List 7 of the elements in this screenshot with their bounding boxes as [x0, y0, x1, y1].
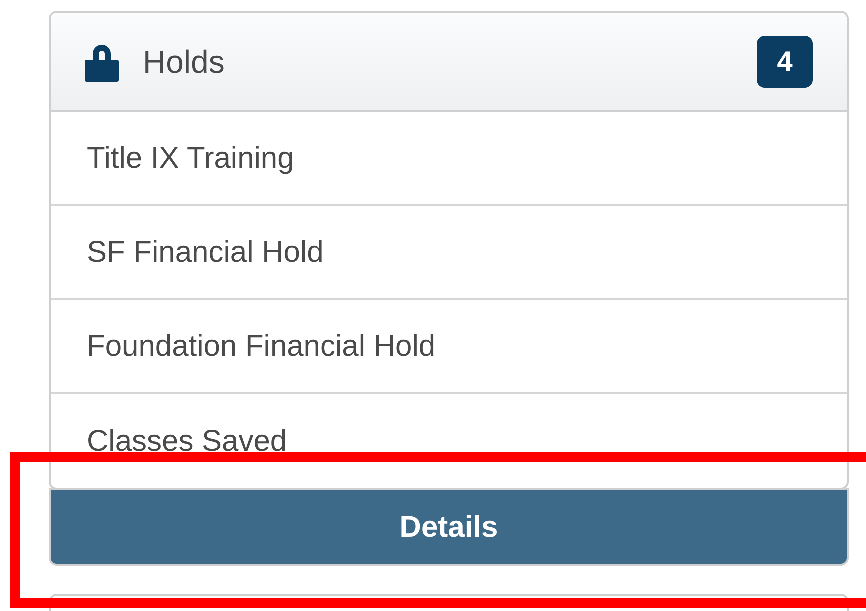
hold-item[interactable]: Foundation Financial Hold — [51, 300, 847, 394]
card-title: Holds — [143, 42, 225, 82]
hold-item[interactable]: SF Financial Hold — [51, 206, 847, 300]
hold-item[interactable]: Title IX Training — [51, 112, 847, 206]
count-badge: 4 — [757, 36, 813, 88]
hold-item[interactable]: Classes Saved — [51, 394, 847, 488]
details-button[interactable]: Details — [49, 488, 849, 566]
